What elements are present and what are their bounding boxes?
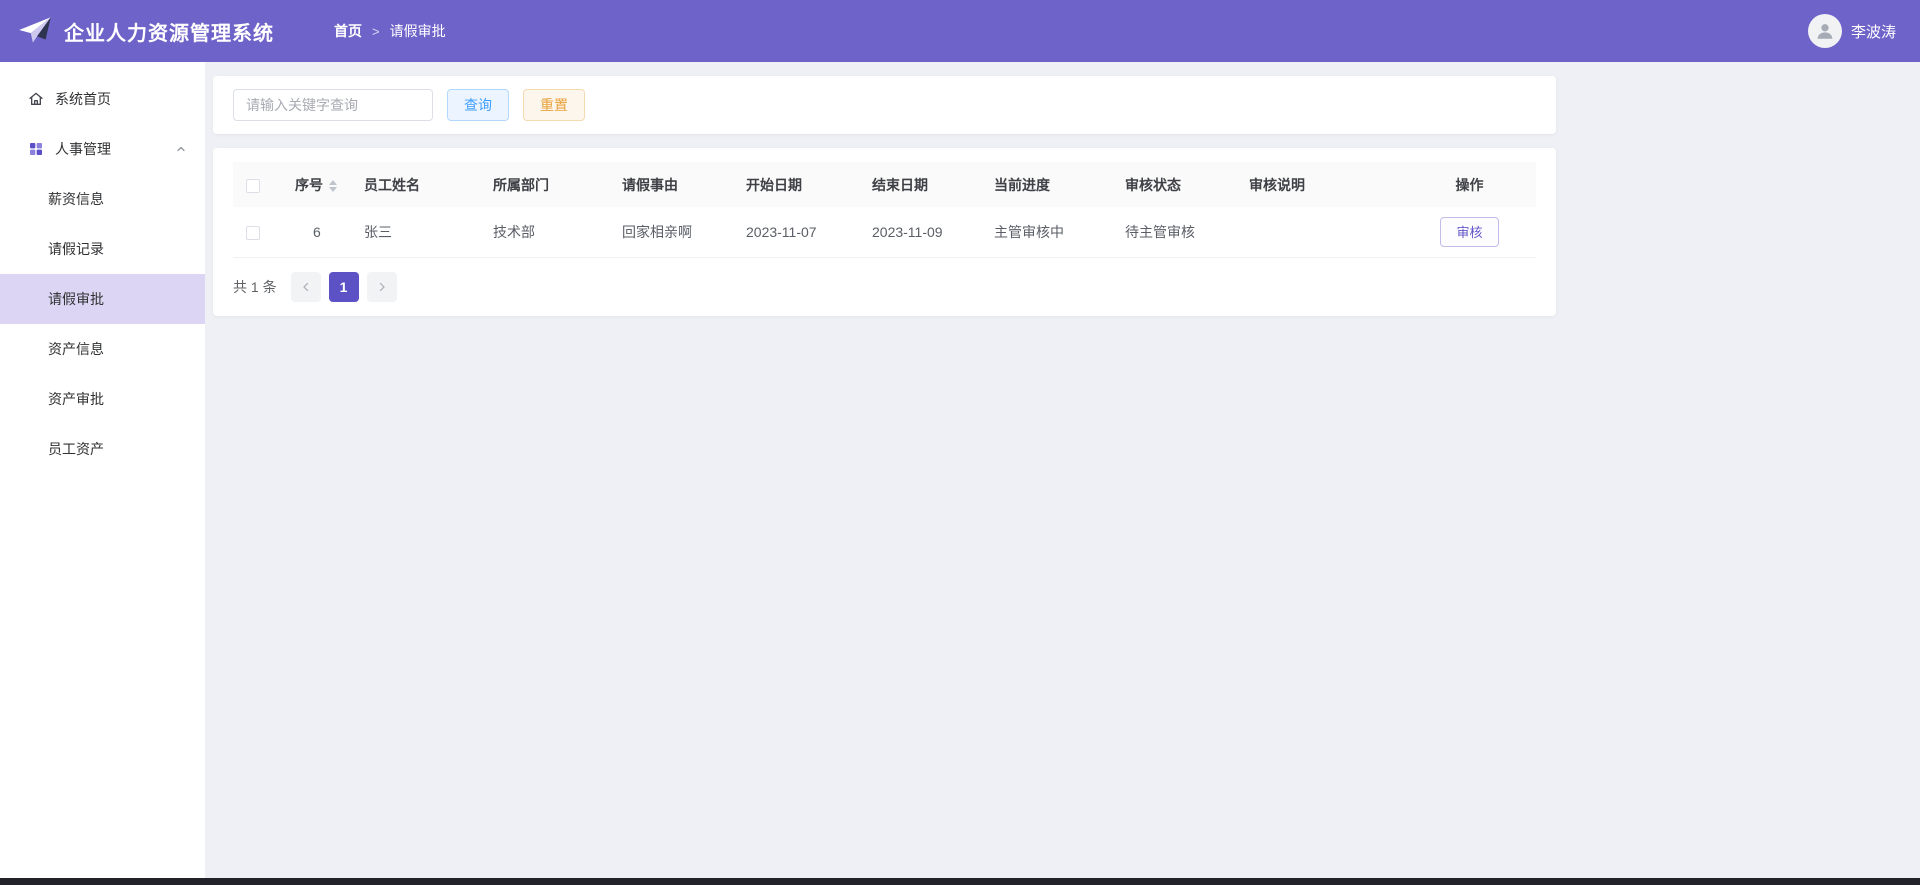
leave-approval-table-card: 序号 员工姓名 所属部门 请假事由 开始日期 结束日期 当前进度 审核状态 审核…: [213, 148, 1556, 316]
select-all-checkbox[interactable]: [246, 178, 260, 193]
column-header-progress: 当前进度: [994, 162, 1125, 207]
sidebar-item-label: 请假记录: [48, 241, 104, 257]
reset-button[interactable]: 重置: [523, 89, 585, 121]
sidebar-item-label: 系统首页: [55, 91, 111, 107]
pagination-prev-button[interactable]: [290, 271, 321, 302]
window-bottom-edge: [0, 878, 1920, 885]
sidebar-item-label: 资产信息: [48, 341, 104, 357]
sidebar-item-leave-records[interactable]: 请假记录: [0, 224, 205, 274]
home-icon: [28, 91, 44, 107]
avatar[interactable]: [1807, 14, 1842, 48]
body-row: 系统首页 人事管理 薪资信息 请假记录 请假审批 资产信息 资产审批 员工资产 …: [0, 62, 1920, 878]
sidebar-item-asset-approval[interactable]: 资产审批: [0, 374, 205, 424]
search-input[interactable]: [233, 89, 433, 121]
sidebar-item-label: 薪资信息: [48, 191, 104, 207]
column-header-name: 员工姓名: [364, 162, 493, 207]
sidebar-item-label: 人事管理: [55, 141, 111, 157]
page-title: 企业人力资源管理系统: [64, 22, 274, 45]
row-checkbox[interactable]: [246, 225, 260, 240]
column-header-select: [233, 162, 279, 207]
cell-name: 张三: [364, 207, 493, 258]
table-row: 6 张三 技术部 回家相亲啊 2023-11-07 2023-11-09 主管审…: [233, 207, 1536, 258]
query-button[interactable]: 查询: [447, 89, 509, 121]
breadcrumb-current: 请假审批: [389, 23, 446, 39]
sidebar-item-label: 员工资产: [48, 441, 104, 457]
user-widget[interactable]: 李波涛: [1807, 14, 1896, 48]
column-header-department: 所属部门: [493, 162, 622, 207]
cell-select: [233, 207, 279, 258]
cell-progress: 主管审核中: [994, 207, 1125, 258]
breadcrumb: 首页 > 请假审批: [334, 21, 446, 41]
cell-audit-note: [1249, 207, 1403, 258]
sidebar-item-label: 请假审批: [48, 291, 104, 307]
leave-approval-table: 序号 员工姓名 所属部门 请假事由 开始日期 结束日期 当前进度 审核状态 审核…: [233, 162, 1536, 258]
column-header-index: 序号: [279, 162, 364, 207]
column-header-audit-note: 审核说明: [1249, 162, 1403, 207]
chevron-right-icon: [379, 282, 385, 291]
chevron-up-icon: [175, 143, 187, 155]
app-logo: [16, 12, 54, 50]
cell-reason: 回家相亲啊: [622, 207, 746, 258]
pagination-total: 共 1 条: [233, 278, 277, 295]
search-bar-card: 查询 重置: [213, 76, 1556, 134]
grid-icon: [28, 141, 44, 157]
column-header-audit-status: 审核状态: [1125, 162, 1249, 207]
column-header-reason: 请假事由: [622, 162, 746, 207]
sidebar-item-asset-info[interactable]: 资产信息: [0, 324, 205, 374]
pagination-next-button[interactable]: [366, 271, 397, 302]
cell-end-date: 2023-11-09: [872, 207, 994, 258]
paper-plane-icon: [19, 17, 51, 43]
person-icon: [1817, 24, 1833, 39]
sidebar: 系统首页 人事管理 薪资信息 请假记录 请假审批 资产信息 资产审批 员工资产: [0, 62, 205, 878]
sidebar-item-salary-info[interactable]: 薪资信息: [0, 174, 205, 224]
main-content: 查询 重置: [205, 62, 1920, 878]
sidebar-item-employee-assets[interactable]: 员工资产: [0, 424, 205, 474]
breadcrumb-separator-icon: >: [372, 23, 380, 39]
chevron-left-icon: [302, 282, 308, 291]
cell-index: 6: [279, 207, 364, 258]
cell-action: 审核: [1403, 207, 1536, 258]
pagination-page-1-button[interactable]: 1: [328, 271, 359, 302]
app-header: 企业人力资源管理系统 首页 > 请假审批 李波涛: [0, 0, 1920, 62]
table-header-row: 序号 员工姓名 所属部门 请假事由 开始日期 结束日期 当前进度 审核状态 审核…: [233, 162, 1536, 207]
app-root: 企业人力资源管理系统 首页 > 请假审批 李波涛 系统首页 人事管理 薪资信息 …: [0, 0, 1920, 885]
sort-caret-icon[interactable]: [329, 179, 337, 192]
sidebar-item-leave-approval[interactable]: 请假审批: [0, 274, 205, 324]
cell-start-date: 2023-11-07: [746, 207, 872, 258]
pagination: 共 1 条 1: [233, 271, 1536, 302]
sidebar-item-home[interactable]: 系统首页: [0, 74, 205, 124]
cell-audit-status: 待主管审核: [1125, 207, 1249, 258]
sidebar-item-hr-management[interactable]: 人事管理: [0, 124, 205, 174]
cell-department: 技术部: [493, 207, 622, 258]
sidebar-submenu: 薪资信息 请假记录 请假审批 资产信息 资产审批 员工资产: [0, 174, 205, 474]
column-header-action: 操作: [1403, 162, 1536, 207]
breadcrumb-home[interactable]: 首页: [334, 21, 362, 41]
column-header-label: 序号: [295, 176, 323, 193]
user-name: 李波涛: [1850, 23, 1896, 41]
audit-button[interactable]: 审核: [1440, 216, 1499, 247]
sidebar-item-label: 资产审批: [48, 391, 104, 407]
column-header-end-date: 结束日期: [872, 162, 994, 207]
column-header-start-date: 开始日期: [746, 162, 872, 207]
